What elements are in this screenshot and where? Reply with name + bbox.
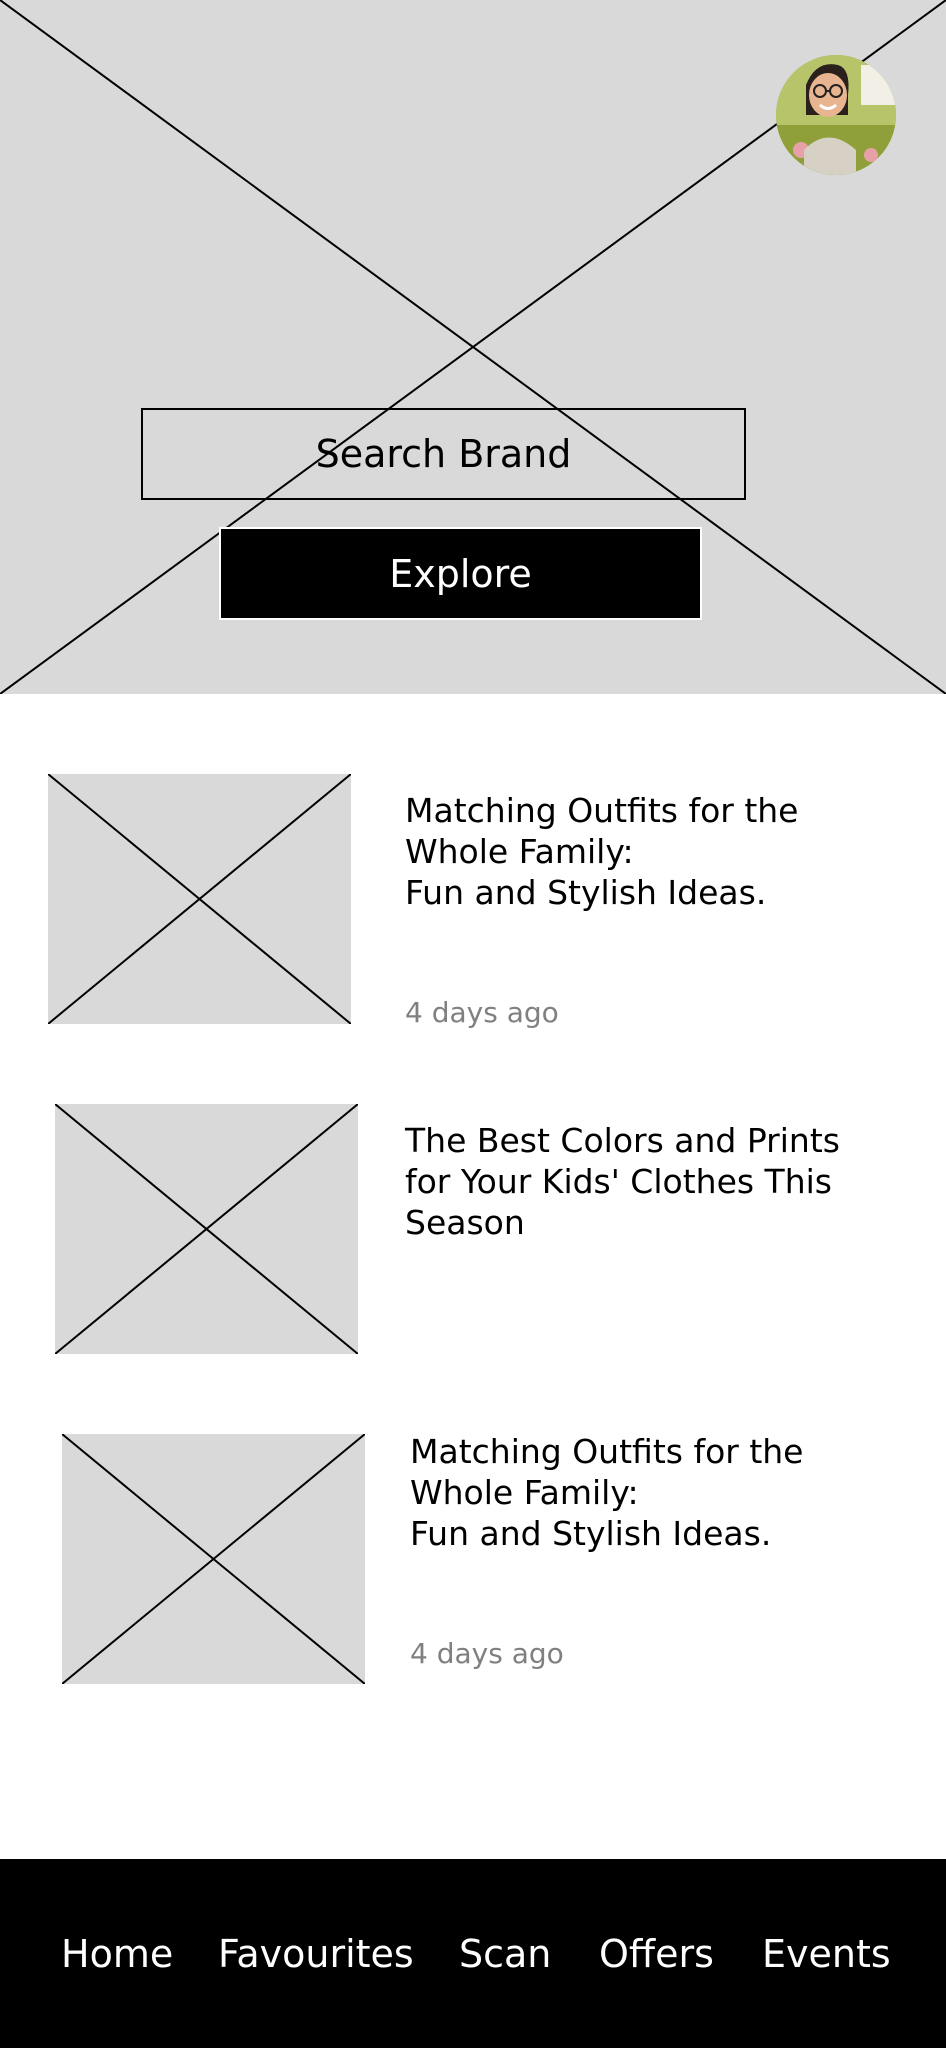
bottom-nav: Home Favourites Scan Offers Events <box>0 1859 946 2048</box>
image-placeholder-icon <box>55 1104 358 1354</box>
article-thumbnail[interactable] <box>62 1434 365 1684</box>
profile-avatar[interactable] <box>776 55 896 175</box>
search-brand-field[interactable]: Search Brand <box>141 408 746 500</box>
nav-item-events[interactable]: Events <box>762 1859 891 2048</box>
article-title[interactable]: Matching Outfits for the Whole Family: F… <box>405 790 875 913</box>
article-thumbnail[interactable] <box>55 1104 358 1354</box>
explore-button-label: Explore <box>389 551 532 596</box>
explore-button[interactable]: Explore <box>219 527 702 620</box>
image-placeholder-icon <box>48 774 351 1024</box>
user-avatar-icon <box>776 55 896 175</box>
article-time: 4 days ago <box>405 996 559 1029</box>
nav-item-offers[interactable]: Offers <box>599 1859 714 2048</box>
article-time: 4 days ago <box>410 1637 564 1670</box>
nav-item-favourites[interactable]: Favourites <box>218 1859 414 2048</box>
nav-item-scan[interactable]: Scan <box>459 1859 551 2048</box>
nav-item-home[interactable]: Home <box>61 1859 173 2048</box>
search-brand-text: Search Brand <box>315 432 572 476</box>
article-title[interactable]: The Best Colors and Prints for Your Kids… <box>405 1120 875 1243</box>
image-placeholder-icon <box>62 1434 365 1684</box>
article-title[interactable]: Matching Outfits for the Whole Family: F… <box>410 1431 880 1554</box>
article-thumbnail[interactable] <box>48 774 351 1024</box>
